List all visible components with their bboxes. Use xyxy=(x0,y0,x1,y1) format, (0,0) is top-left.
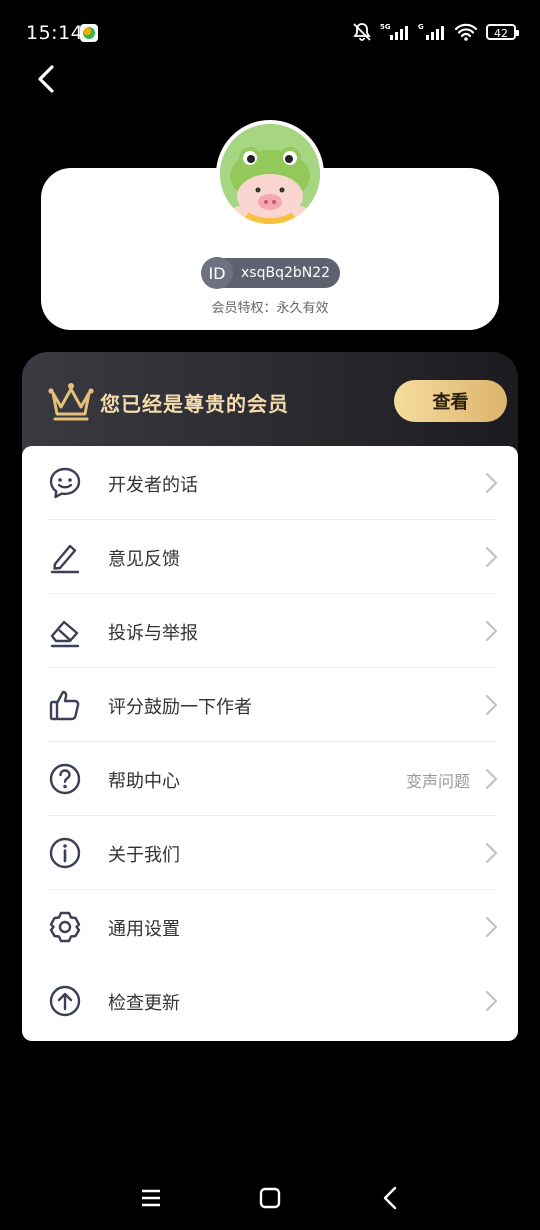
menu-item-rate[interactable]: 评分鼓励一下作者 xyxy=(22,668,518,742)
menu-item-label: 投诉与举报 xyxy=(108,623,198,644)
chevron-right-icon xyxy=(485,694,498,716)
chat-smile-icon xyxy=(49,467,81,499)
avatar[interactable] xyxy=(216,120,324,228)
menu-item-label: 通用设置 xyxy=(108,919,180,940)
menu-item-hint: 变声问题 xyxy=(405,772,470,791)
menu-item-help-center[interactable]: 帮助中心 变声问题 xyxy=(22,742,518,816)
user-id-badge[interactable]: ID xsqBq2bN22 xyxy=(201,257,340,289)
chevron-right-icon xyxy=(485,620,498,642)
membership-status: 会员特权：永久有效 xyxy=(211,301,329,316)
signal-g-icon: G xyxy=(418,23,444,40)
id-label: ID xyxy=(201,257,233,289)
chevron-right-icon xyxy=(485,990,498,1012)
help-circle-icon xyxy=(49,763,81,795)
menu-item-report[interactable]: 投诉与举报 xyxy=(22,594,518,668)
info-circle-icon xyxy=(49,837,81,869)
menu-item-check-update[interactable]: 检查更新 xyxy=(22,964,518,1038)
pencil-icon xyxy=(50,544,80,574)
menu-item-about-us[interactable]: 关于我们 xyxy=(22,816,518,890)
notification-app-icon xyxy=(80,24,98,42)
crown-icon xyxy=(48,383,94,421)
status-icons: 5G G 42 xyxy=(352,22,519,42)
back-button[interactable] xyxy=(34,64,58,94)
gear-icon xyxy=(49,911,81,943)
menu-item-developer-words[interactable]: 开发者的话 xyxy=(22,446,518,520)
nav-back-button[interactable] xyxy=(382,1186,398,1210)
view-vip-button[interactable]: 查看 xyxy=(394,380,507,422)
chevron-right-icon xyxy=(485,842,498,864)
menu-item-general-settings[interactable]: 通用设置 xyxy=(22,890,518,964)
nav-home-button[interactable] xyxy=(259,1187,281,1209)
nav-recents-button[interactable] xyxy=(141,1188,161,1208)
bell-off-icon xyxy=(353,23,371,41)
vip-title: 您已经是尊贵的会员 xyxy=(100,392,289,416)
chevron-right-icon xyxy=(485,768,498,790)
avatar-image xyxy=(220,124,320,224)
chevron-right-icon xyxy=(485,546,498,568)
menu-item-label: 评分鼓励一下作者 xyxy=(108,697,252,718)
settings-menu: 开发者的话 意见反馈 投诉与举报 评分鼓励一下作者 帮助中心 变声问题 关于我们 xyxy=(22,446,518,1041)
user-id-text: xsqBq2bN22 xyxy=(241,265,331,281)
menu-item-label: 意见反馈 xyxy=(108,549,180,570)
svg-text:5G: 5G xyxy=(380,23,391,31)
menu-item-feedback[interactable]: 意见反馈 xyxy=(22,520,518,594)
menu-item-label: 帮助中心 xyxy=(108,771,180,792)
status-time: 15:14 xyxy=(26,22,84,44)
svg-text:G: G xyxy=(418,23,424,31)
menu-item-label: 检查更新 xyxy=(108,993,180,1014)
eraser-icon xyxy=(50,620,80,648)
status-bar: 15:14 5G G 42 xyxy=(0,0,540,68)
wifi-icon xyxy=(454,23,478,41)
battery-icon: 42 xyxy=(486,24,519,40)
signal-5g-icon: 5G xyxy=(380,23,408,40)
menu-item-label: 关于我们 xyxy=(108,845,180,866)
thumbs-up-icon xyxy=(49,690,80,721)
upload-circle-icon xyxy=(49,985,81,1017)
chevron-right-icon xyxy=(485,472,498,494)
chevron-right-icon xyxy=(485,916,498,938)
menu-item-label: 开发者的话 xyxy=(108,475,198,496)
